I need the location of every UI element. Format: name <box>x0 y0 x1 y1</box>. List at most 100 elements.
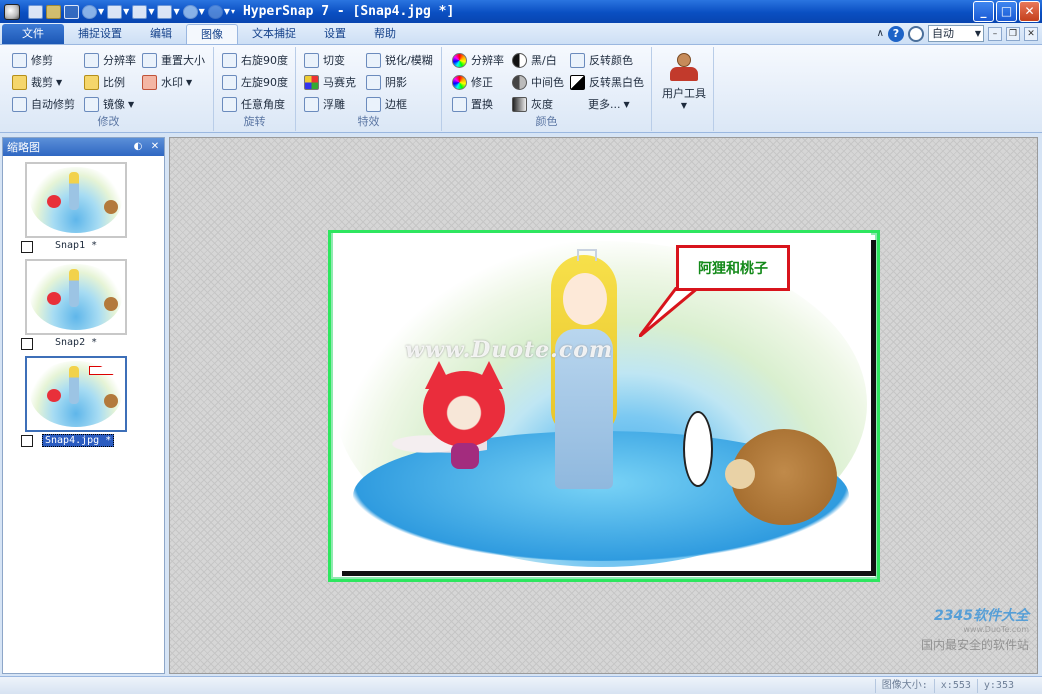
close-icon[interactable]: ✕ <box>148 140 162 154</box>
crop-button[interactable]: 修剪 <box>12 51 53 69</box>
user-tools-icon <box>670 53 698 83</box>
tab-text-capture[interactable]: 文本捕捉 <box>238 24 310 44</box>
print-dropdown-icon[interactable]: ▼ <box>123 7 129 16</box>
midtone-button[interactable]: 中间色 <box>512 73 564 91</box>
capture-icon[interactable] <box>157 4 173 19</box>
undo-dropdown-icon[interactable]: ▼ <box>199 7 205 16</box>
emboss-button[interactable]: 浮雕 <box>304 95 345 113</box>
maximize-button[interactable]: □ <box>996 1 1017 22</box>
new-icon[interactable] <box>28 4 43 19</box>
tab-settings[interactable]: 设置 <box>310 24 360 44</box>
window-icon[interactable] <box>132 4 148 19</box>
mosaic-label: 马赛克 <box>323 76 356 89</box>
color-resolution-button[interactable]: 分辨率 <box>452 51 504 69</box>
auto-crop-button[interactable]: 自动修剪 <box>12 95 75 113</box>
magnifier-icon[interactable] <box>908 25 924 42</box>
color-correct-button[interactable]: 修正 <box>452 73 493 91</box>
ribbon: 修剪 分辨率 重置大小 裁剪 ▼ 比例 水印 ▼ 自动修剪 镜像 ▼ 修改 右旋90度… <box>0 45 1042 133</box>
shear-button[interactable]: 切变 <box>304 51 345 69</box>
watermark-button[interactable]: 水印 ▼ <box>142 73 192 91</box>
crown <box>577 249 597 261</box>
minimize-button[interactable]: _ <box>973 1 994 22</box>
mirror-button[interactable]: 镜像 ▼ <box>84 95 134 113</box>
save-icon[interactable] <box>64 4 79 19</box>
redo-icon[interactable] <box>207 4 223 19</box>
tab-help[interactable]: 帮助 <box>360 24 410 44</box>
zoom-select[interactable]: 自动 ▼ <box>928 25 984 42</box>
rotate-left-button[interactable]: 左旋90度 <box>222 73 288 91</box>
speech-bubble: 阿狸和桃子 <box>676 245 790 291</box>
image-canvas[interactable]: www.Duote.com 阿狸和桃子 2345软件大全 www.DuoTe.c… <box>169 137 1038 674</box>
thumbnail-image <box>30 361 122 427</box>
thumbnail-panel-header: 缩略图 ◐ ✕ <box>3 138 164 156</box>
tab-edit[interactable]: 编辑 <box>136 24 186 44</box>
thumbnail-checkbox[interactable] <box>21 338 33 350</box>
trim-button[interactable]: 裁剪 ▼ <box>12 73 62 91</box>
status-y: y:353 <box>976 678 1020 693</box>
invert-color-button[interactable]: 反转颜色 <box>570 51 633 69</box>
thumbnail-snap4[interactable] <box>25 356 127 432</box>
thumbnail-checkbox[interactable] <box>21 435 33 447</box>
window-dropdown-icon[interactable]: ▼ <box>148 7 154 16</box>
tab-capture-settings[interactable]: 捕捉设置 <box>64 24 136 44</box>
status-bar: 图像大小: x:553 y:353 <box>0 676 1042 694</box>
resize-button[interactable]: 重置大小 <box>142 51 205 69</box>
thumbnail-checkbox[interactable] <box>21 241 33 253</box>
group-modify: 修剪 分辨率 重置大小 裁剪 ▼ 比例 水印 ▼ 自动修剪 镜像 ▼ 修改 <box>4 47 214 131</box>
close-button[interactable]: ✕ <box>1019 1 1040 22</box>
tab-image[interactable]: 图像 <box>186 24 238 44</box>
share-dropdown-icon[interactable]: ▼ <box>98 7 104 16</box>
capture-dropdown-icon[interactable]: ▼ <box>173 7 179 16</box>
more-colors-button[interactable]: 更多... ▼ <box>588 95 630 113</box>
grayscale-button[interactable]: 灰度 <box>512 95 553 113</box>
shadow-icon <box>366 74 381 90</box>
customize-toolbar-icon[interactable]: ▾ <box>231 7 235 16</box>
ribbon-collapse-icon[interactable]: ∧ <box>877 28 884 39</box>
border-label: 边框 <box>385 98 407 111</box>
edited-image[interactable]: www.Duote.com 阿狸和桃子 <box>333 233 871 571</box>
color-wheel-icon <box>452 52 467 68</box>
status-x: x:553 <box>933 678 977 693</box>
border-button[interactable]: 边框 <box>366 95 407 113</box>
user-tools-button[interactable]: 用户工具 ▼ <box>658 51 710 110</box>
title-bar: ▼ ▼ ▼ ▼ ▼ ▼ ▾ HyperSnap 7 - [Snap4.jpg *… <box>0 0 1042 23</box>
mosaic-button[interactable]: 马赛克 <box>304 73 356 91</box>
help-icon[interactable]: ? <box>888 25 904 42</box>
thumbnail-snap1[interactable] <box>25 162 127 238</box>
undo-icon[interactable] <box>182 4 198 19</box>
doc-minimize-button[interactable]: – <box>988 26 1002 41</box>
thumbnail-snap2[interactable] <box>25 259 127 335</box>
doc-close-button[interactable]: ✕ <box>1024 26 1038 41</box>
scale-button[interactable]: 比例 <box>84 73 125 91</box>
black-white-button[interactable]: 黑/白 <box>512 51 557 69</box>
pin-icon[interactable]: ◐ <box>131 140 145 154</box>
sharpen-blur-button[interactable]: 锐化/模糊 <box>366 51 433 69</box>
auto-crop-label: 自动修剪 <box>31 98 75 111</box>
invert-bw-button[interactable]: 反转黑白色 <box>570 73 644 91</box>
resolution-button[interactable]: 分辨率 <box>84 51 136 69</box>
rotate-right-button[interactable]: 右旋90度 <box>222 51 288 69</box>
rotate-left-label: 左旋90度 <box>241 76 288 89</box>
replace-color-button[interactable]: 置换 <box>452 95 493 113</box>
free-rotate-icon <box>222 96 237 112</box>
emboss-icon <box>304 96 319 112</box>
user-tools-label: 用户工具 <box>662 87 706 100</box>
free-rotate-button[interactable]: 任意角度 <box>222 95 285 113</box>
site-watermark-logo: 2345软件大全 <box>934 608 1029 624</box>
thumbnail-image <box>30 264 122 330</box>
group-label-rotate: 旋转 <box>243 115 266 128</box>
free-rotate-label: 任意角度 <box>241 98 285 111</box>
share-icon[interactable] <box>82 4 97 19</box>
auto-crop-icon <box>12 96 27 112</box>
sharpen-blur-label: 锐化/模糊 <box>385 54 433 67</box>
tab-file[interactable]: 文件 <box>2 24 64 44</box>
doc-restore-button[interactable]: ❐ <box>1006 26 1020 41</box>
open-folder-icon[interactable] <box>46 4 61 19</box>
redo-dropdown-icon[interactable]: ▼ <box>224 7 230 16</box>
site-watermark-tagline: 国内最安全的软件站 <box>920 638 1029 652</box>
group-label-effects: 特效 <box>357 115 380 128</box>
chevron-down-icon: ▼ <box>680 101 688 110</box>
app-icon[interactable] <box>4 3 20 20</box>
print-icon[interactable] <box>107 4 123 19</box>
shadow-button[interactable]: 阴影 <box>366 73 407 91</box>
